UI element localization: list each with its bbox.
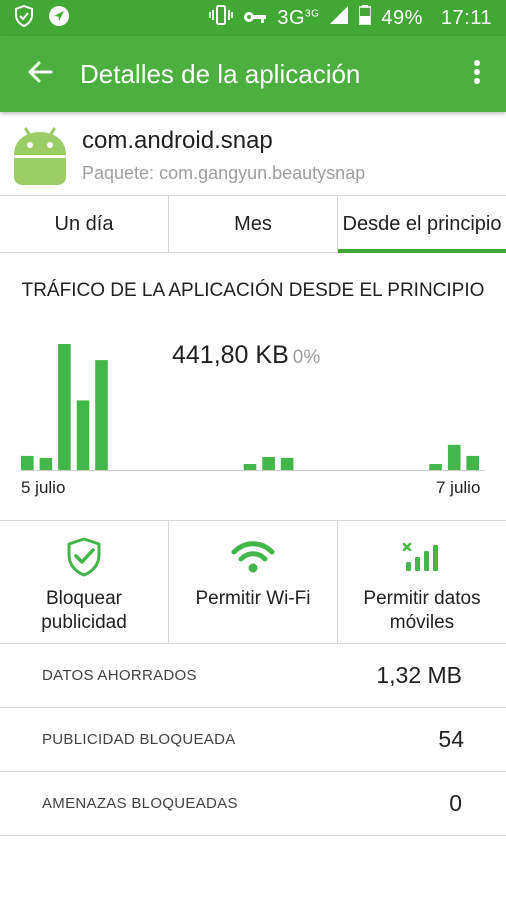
stat-label: DATOS AHORRADOS (42, 667, 197, 684)
block-ads-button[interactable]: Bloquear publicidad (0, 521, 169, 643)
page-title: Detalles de la aplicación (80, 58, 361, 89)
shield-check-icon (66, 537, 102, 577)
app-info: com.android.snap Paquete: com.gangyun.be… (0, 118, 506, 192)
chart-bar (21, 455, 34, 470)
status-bar: 3G3G 49% 17:11 (0, 0, 506, 36)
app-bar: Detalles de la aplicación (0, 36, 506, 112)
app-package: Paquete: com.gangyun.beautysnap (82, 162, 366, 183)
stat-label: PUBLICIDAD BLOQUEADA (42, 731, 236, 748)
x-tick-label-start: 5 julio (21, 478, 66, 497)
allow-mobile-data-button[interactable]: Permitir datos móviles (338, 521, 506, 643)
period-tabs: Un día Mes Desde el principio (0, 195, 506, 253)
shield-status-icon (14, 4, 34, 32)
wifi-icon (231, 537, 275, 577)
navigation-status-icon (48, 5, 70, 32)
overflow-menu-button[interactable] (448, 36, 506, 112)
battery-icon (358, 5, 373, 31)
action-bar: Bloquear publicidad Permitir Wi-Fi Permi… (0, 520, 506, 644)
more-vert-icon (473, 59, 481, 90)
android-app-icon (12, 125, 68, 185)
clock: 17:11 (440, 6, 492, 29)
allow-wifi-button[interactable]: Permitir Wi-Fi (169, 521, 338, 643)
allow-mobile-data-label: Permitir datos móviles (363, 588, 481, 633)
stat-value: 54 (438, 726, 464, 752)
stat-row-threats-blocked: AMENAZAS BLOQUEADAS 0 (0, 772, 506, 836)
signal-icon (329, 5, 349, 31)
vpn-key-icon (243, 7, 267, 30)
stat-value: 1,32 MB (376, 662, 462, 688)
traffic-total: 441,80 KB 0% (172, 341, 321, 369)
arrow-back-icon (27, 60, 53, 89)
chart-bar (95, 360, 108, 470)
app-name: com.android.snap (82, 126, 273, 154)
chart-bar (39, 457, 53, 470)
chart-bar (58, 344, 71, 470)
traffic-title: TRÁFICO DE LA APLICACIÓN DESDE EL PRINCI… (21, 280, 485, 301)
network-type: 3G3G (277, 6, 320, 29)
tab-since-beginning[interactable]: Desde el principio (338, 196, 506, 253)
stat-row-ads-blocked: PUBLICIDAD BLOQUEADA 54 (0, 708, 506, 772)
tab-month[interactable]: Mes (169, 196, 338, 252)
chart-bar (466, 455, 479, 470)
chart-bar (280, 457, 294, 470)
x-tick-label-end: 7 julio (436, 478, 481, 497)
stat-value: 0 (449, 790, 462, 816)
chart-bar (243, 464, 257, 470)
block-ads-label: Bloquear publicidad (41, 588, 127, 633)
vibrate-icon (209, 4, 234, 32)
chart-bar (429, 464, 442, 470)
tab-one-day[interactable]: Un día (0, 196, 169, 252)
traffic-percent: 0% (292, 347, 321, 368)
stats-list: DATOS AHORRADOS 1,32 MB PUBLICIDAD BLOQU… (0, 644, 506, 836)
mobile-signal-icon (403, 537, 441, 577)
stat-row-data-saved: DATOS AHORRADOS 1,32 MB (0, 644, 506, 708)
chart-bar (447, 444, 461, 470)
back-button[interactable] (0, 36, 80, 112)
allow-wifi-label: Permitir Wi-Fi (195, 588, 311, 609)
stat-label: AMENAZAS BLOQUEADAS (42, 795, 238, 812)
chart-bar (262, 456, 275, 470)
chart-bar (76, 400, 90, 470)
battery-percent: 49% (381, 6, 423, 29)
